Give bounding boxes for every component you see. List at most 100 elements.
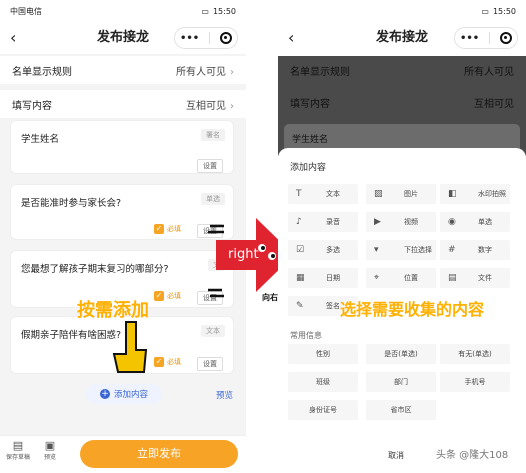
add-single-choice-button[interactable]: ◉ 单选	[440, 212, 510, 232]
add-text-button[interactable]: T 文本	[288, 184, 358, 204]
preview-label: 预览	[43, 454, 56, 461]
common-id-card-button[interactable]: 身份证号	[288, 400, 358, 420]
capsule-divider	[489, 32, 491, 44]
add-content-label: 添加内容	[113, 390, 148, 400]
row-value: 互相可见	[474, 98, 514, 110]
question-text: 假期亲子陪伴有啥困惑?	[21, 330, 122, 341]
required-label: 必填	[167, 292, 181, 300]
status-bar: 中国电信 ▭ 15:50	[0, 0, 246, 22]
question-text: 您最想了解孩子期末复习的哪部分?	[21, 264, 169, 275]
publish-button[interactable]: 立即发布	[80, 440, 238, 468]
preview-link[interactable]: 预览	[216, 389, 233, 401]
bottom-bar: ▤ 保存草稿 ▣ 预览 立即发布	[0, 435, 246, 473]
add-number-button[interactable]: # 数字	[440, 240, 510, 260]
dim-row: 填写内容 互相可见	[278, 88, 526, 116]
add-multi-choice-button[interactable]: ☑ 多选	[288, 240, 358, 260]
display-rule-row[interactable]: 名单显示规则 所有人可见 ›	[0, 56, 246, 84]
status-icons: ▭ 15:50	[201, 7, 236, 16]
camera-icon: ◧	[448, 189, 457, 199]
mini-program-capsule[interactable]: •••	[174, 27, 238, 49]
dim-row: 名单显示规则 所有人可见	[278, 56, 526, 84]
dropdown-icon: ▾	[374, 245, 379, 255]
common-has-none-button[interactable]: 有无(单选)	[440, 344, 510, 364]
more-icon[interactable]: •••	[460, 33, 479, 44]
mic-icon: ♪	[296, 217, 302, 227]
capsule-divider	[209, 32, 211, 44]
required-label: 必填	[167, 358, 181, 366]
common-phone-button[interactable]: 手机号	[440, 372, 510, 392]
checkmark-icon: ✓	[154, 357, 164, 367]
calendar-icon: ▦	[296, 273, 305, 283]
question-card[interactable]: 是否能准时参与家长会? 单选 ✓必填 设置	[10, 184, 234, 240]
signature-icon: ✎	[296, 301, 304, 311]
sheet-title: 添加内容	[290, 163, 327, 173]
add-file-button[interactable]: ▤ 文件	[440, 268, 510, 288]
chevron-right-icon: ›	[230, 100, 234, 112]
type-tag: 署名	[201, 129, 225, 141]
required-label: 必填	[167, 225, 181, 233]
close-target-icon[interactable]	[500, 32, 513, 44]
row-label: 填写内容	[290, 98, 330, 110]
common-yes-no-button[interactable]: 是否(单选)	[366, 344, 436, 364]
number-icon: #	[448, 245, 456, 255]
chevron-right-icon: ›	[230, 66, 234, 78]
setting-button[interactable]: 设置	[197, 357, 223, 371]
draft-icon: ▤	[12, 439, 24, 452]
common-region-button[interactable]: 省市区	[366, 400, 436, 420]
plus-icon: +	[99, 389, 110, 399]
video-icon: ▶	[374, 217, 381, 227]
common-gender-button[interactable]: 性别	[288, 344, 358, 364]
required-checkbox[interactable]: ✓ 必填	[154, 224, 181, 234]
add-image-button[interactable]: ▨ 图片	[366, 184, 436, 204]
preview-button[interactable]: ▣ 预览	[38, 439, 62, 462]
required-checkbox[interactable]: ✓ 必填	[154, 357, 181, 367]
common-department-button[interactable]: 部门	[366, 372, 436, 392]
pointing-hand-icon	[112, 321, 148, 373]
add-dropdown-button[interactable]: ▾ 下拉选择	[366, 240, 436, 260]
question-text: 学生姓名	[21, 134, 60, 145]
location-icon: ⌖	[374, 273, 380, 283]
fill-content-row[interactable]: 填写内容 互相可见 ›	[0, 90, 246, 118]
add-watermark-photo-button[interactable]: ◧ 水印拍照	[440, 184, 510, 204]
add-location-button[interactable]: ⌖ 位置	[366, 268, 436, 288]
save-draft-label: 保存草稿	[6, 454, 31, 461]
row-value: 所有人可见	[176, 66, 226, 78]
cancel-button[interactable]: 取消	[388, 450, 404, 461]
checkmark-icon: ✓	[154, 224, 164, 234]
caption-add-on-demand: 按需添加	[77, 300, 149, 321]
more-icon[interactable]: •••	[180, 33, 199, 44]
save-draft-button[interactable]: ▤ 保存草稿	[6, 439, 31, 462]
image-icon: ▨	[374, 189, 383, 199]
type-tag: 单选	[201, 193, 225, 205]
preview-icon: ▣	[44, 439, 56, 452]
mini-program-capsule[interactable]: •••	[454, 27, 518, 49]
battery-icon: ▭	[481, 6, 489, 16]
question-card[interactable]: 学生姓名 署名 设置	[10, 120, 234, 174]
caption-select-content: 选择需要收集的内容	[340, 300, 485, 319]
add-date-button[interactable]: ▦ 日期	[288, 268, 358, 288]
required-checkbox[interactable]: ✓ 必填	[154, 291, 181, 301]
row-value: 互相可见	[186, 100, 226, 112]
status-time: 15:50	[212, 6, 236, 16]
common-class-button[interactable]: 班级	[288, 372, 358, 392]
watermark-text: 头条 @隆大108	[436, 450, 509, 461]
screenshot-root: 中国电信 ▭ 15:50 ‹ 发布接龙 ••• 名单显示规则 所有人可见 › 填写…	[0, 0, 526, 473]
common-info-title: 常用信息	[290, 331, 322, 340]
add-audio-button[interactable]: ♪ 录音	[288, 212, 358, 232]
dimmed-background[interactable]: 名单显示规则 所有人可见 填写内容 互相可见 学生姓名	[278, 56, 526, 156]
type-tag: 文本	[201, 325, 225, 337]
row-label: 名单显示规则	[12, 66, 72, 78]
setting-button[interactable]: 设置	[197, 159, 223, 173]
right-phone-screen: ▭ 15:50 ‹ 发布接龙 ••• 名单显示规则 所有人可见 填写内容 互相可见 学…	[278, 0, 526, 473]
row-label: 填写内容	[12, 100, 52, 112]
file-icon: ▤	[448, 273, 457, 283]
close-target-icon[interactable]	[220, 32, 233, 44]
row-value: 所有人可见	[464, 66, 514, 78]
status-time: 15:50	[492, 6, 516, 16]
question-text: 是否能准时参与家长会?	[21, 198, 122, 209]
row-label: 名单显示规则	[290, 66, 350, 78]
radio-icon: ◉	[448, 217, 456, 227]
add-video-button[interactable]: ▶ 视频	[366, 212, 436, 232]
add-content-button[interactable]: + 添加内容	[86, 384, 162, 404]
arrow-text: right	[228, 247, 259, 262]
